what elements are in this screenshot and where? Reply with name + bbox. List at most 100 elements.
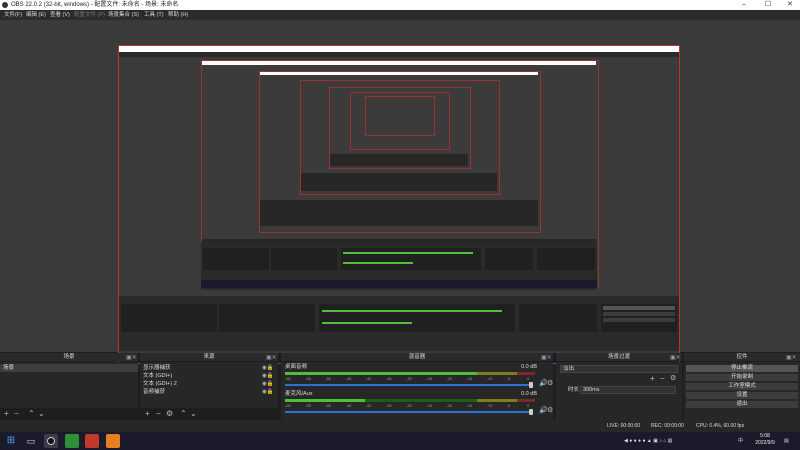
move-source-down-button[interactable]: ⌄ xyxy=(190,410,197,418)
add-transition-button[interactable]: + xyxy=(650,375,655,383)
mixer-dock-float-icon[interactable]: ▣✕ xyxy=(541,354,552,361)
menu-tools[interactable]: 工具 (T) xyxy=(144,11,164,19)
status-bar: LIVE: 00:00:00 REC: 00:00:00 CPU: 0.4%, … xyxy=(0,420,800,432)
volume-slider-knob[interactable] xyxy=(529,382,533,388)
minimize-button[interactable]: – xyxy=(732,0,756,10)
nested-preview-4 xyxy=(329,87,471,169)
app-red-icon[interactable] xyxy=(85,434,99,448)
source-item[interactable]: 显示器捕获 xyxy=(143,364,171,372)
controls-dock-title: 控件 xyxy=(684,353,800,361)
ime-indicator[interactable]: 中 xyxy=(738,437,743,445)
meter-ticks: -60 -55 -50 -45 -40 -35 -30 -25 -20 -15 -10 -5 0 xyxy=(285,376,535,382)
meter-tick-label: -20 xyxy=(446,376,453,381)
source-item[interactable]: 文本 (GDI+) xyxy=(143,372,172,380)
meter-tick-label: -55 xyxy=(305,376,311,381)
task-view-icon[interactable]: ▭ xyxy=(24,434,38,448)
source-item[interactable]: 文本 (GDI+) 2 xyxy=(143,380,177,388)
clock-date: 2022/9/9 xyxy=(755,440,775,446)
duration-label: 时长 xyxy=(568,387,580,393)
transition-select[interactable]: 淡出 xyxy=(560,365,678,373)
meter-tick-label: -5 xyxy=(506,376,511,381)
meter-tick-label: -10 xyxy=(486,403,493,408)
meter-tick-label: -15 xyxy=(466,403,473,408)
visibility-lock-icon[interactable]: ◉🔒 xyxy=(262,388,274,396)
remove-scene-button[interactable]: − xyxy=(14,410,19,418)
window-title: OBS 22.0.2 (32-bit, windows) - 配置文件: 未命名… xyxy=(11,2,179,8)
volume-meter-yellow-zone xyxy=(477,399,517,402)
source-properties-gear-icon[interactable]: ⚙ xyxy=(166,410,173,418)
obs-logo-icon xyxy=(2,2,8,8)
move-scene-down-button[interactable]: ⌄ xyxy=(38,410,45,418)
settings-button[interactable]: 设置 xyxy=(686,392,798,399)
visibility-lock-icon[interactable]: ◉🔒 xyxy=(262,372,274,380)
remove-source-button[interactable]: − xyxy=(156,410,161,418)
scenes-dock-float-icon[interactable]: ▣✕ xyxy=(126,354,137,361)
mixer-panel: 桌面音频 0.0 dB -60 -55 -50 -45 -40 -35 -30 -25 -20 -… xyxy=(281,362,553,420)
visibility-lock-icon[interactable]: ◉🔒 xyxy=(262,380,274,388)
volume-slider-knob[interactable] xyxy=(529,409,533,415)
meter-tick-label: -40 xyxy=(365,403,372,408)
add-scene-button[interactable]: + xyxy=(4,410,9,418)
stop-streaming-button[interactable]: 停止推流 xyxy=(686,365,798,372)
nested-preview-5 xyxy=(350,92,450,150)
mixer-dock-title: 混音器 xyxy=(281,353,553,361)
menu-bar: 文件(F) 编辑 (E) 查看 (V) 配置文件 (P) 场景集合 (S) 工具… xyxy=(0,10,800,20)
scene-item[interactable]: 场景 xyxy=(0,364,138,372)
exit-button[interactable]: 退出 xyxy=(686,401,798,408)
volume-slider[interactable] xyxy=(285,411,531,413)
menu-help[interactable]: 帮助 (H) xyxy=(168,11,188,19)
start-recording-button[interactable]: 开始录制 xyxy=(686,374,798,381)
meter-tick-label: -35 xyxy=(385,403,392,408)
tray-icons[interactable]: ◀ ● ● ● ● ▲ ▣ ♪ ⌂ ▤ xyxy=(624,437,672,445)
menu-profile[interactable]: 配置文件 (P) xyxy=(74,11,105,19)
transitions-panel: 淡出 + − ⚙ 时长 300ms xyxy=(556,362,682,420)
windows-start-icon[interactable]: ⊞ xyxy=(4,434,18,448)
notification-icon[interactable]: ▤ xyxy=(784,437,789,445)
menu-file[interactable]: 文件(F) xyxy=(4,11,22,19)
preview-area xyxy=(0,20,800,364)
meter-tick-label: -50 xyxy=(325,403,332,408)
close-button[interactable]: ✕ xyxy=(778,0,800,10)
add-source-button[interactable]: + xyxy=(145,410,150,418)
menu-view[interactable]: 查看 (V) xyxy=(50,11,70,19)
menu-edit[interactable]: 编辑 (E) xyxy=(26,11,46,19)
mixer-channel-name: 麦克风/Aux xyxy=(285,391,313,397)
nested-menubar xyxy=(119,52,679,57)
volume-meter-red-zone xyxy=(517,372,535,375)
duration-value: 300ms xyxy=(583,387,600,393)
preview-canvas[interactable] xyxy=(118,45,680,364)
sources-dock-float-icon[interactable]: ▣✕ xyxy=(266,354,277,361)
controls-dock-float-icon[interactable]: ▣✕ xyxy=(786,354,797,361)
transitions-dock-title: 场景过渡 xyxy=(556,353,682,361)
sources-list: 显示器捕获 文本 (GDI+) 文本 (GDI+) 2 音频捕获 ◉🔒 ◉🔒 ◉… xyxy=(140,362,278,408)
volume-slider[interactable] xyxy=(285,384,531,386)
meter-tick-label: -50 xyxy=(325,376,332,381)
scenes-list: 场景 xyxy=(0,362,138,408)
move-scene-up-button[interactable]: ⌃ xyxy=(28,410,35,418)
gear-icon[interactable]: ⚙ xyxy=(547,380,553,388)
maximize-button[interactable]: ☐ xyxy=(756,0,780,10)
studio-mode-button[interactable]: 工作室模式 xyxy=(686,383,798,390)
mixer-channel-db: 0.0 dB xyxy=(521,391,537,397)
source-item[interactable]: 音频捕获 xyxy=(143,388,165,396)
move-source-up-button[interactable]: ⌃ xyxy=(180,410,187,418)
app-orange-icon[interactable] xyxy=(106,434,120,448)
live-time: LIVE: 00:00:00 xyxy=(607,423,641,429)
meter-ticks: -60 -55 -50 -45 -40 -35 -30 -25 -20 -15 -10 -5 0 xyxy=(285,403,535,409)
app-green-icon[interactable] xyxy=(65,434,79,448)
transition-gear-icon[interactable]: ⚙ xyxy=(670,375,676,383)
volume-meter-level xyxy=(285,372,480,375)
visibility-lock-icon[interactable]: ◉🔒 xyxy=(262,364,274,372)
obs-app-icon[interactable] xyxy=(44,434,58,448)
menu-scene-collection[interactable]: 场景集合 (S) xyxy=(108,11,139,19)
transitions-dock-float-icon[interactable]: ▣✕ xyxy=(670,354,681,361)
meter-tick-label: -35 xyxy=(385,376,392,381)
taskbar-clock[interactable]: 5:08 2022/9/9 xyxy=(752,433,778,447)
duration-input[interactable]: 300ms xyxy=(580,386,676,394)
remove-transition-button[interactable]: − xyxy=(660,375,665,383)
nested-preview-3 xyxy=(300,80,500,195)
gear-icon[interactable]: ⚙ xyxy=(547,407,553,415)
nested-docks xyxy=(201,242,597,290)
scenes-dock-title: 场景 xyxy=(0,353,138,361)
meter-tick-label: -25 xyxy=(426,376,432,381)
